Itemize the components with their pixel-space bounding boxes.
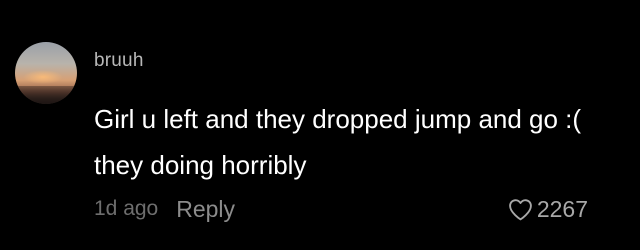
comment-text: Girl u left and they dropped jump and go…	[94, 104, 582, 180]
like-button[interactable]: 2267	[508, 195, 588, 223]
heart-outline-icon	[508, 198, 532, 220]
comment-meta: 1d ago Reply	[94, 195, 235, 223]
comment-username[interactable]: bruuh	[94, 50, 144, 72]
reply-button[interactable]: Reply	[176, 196, 235, 223]
avatar[interactable]	[15, 42, 77, 104]
comment-timestamp: 1d ago	[94, 197, 159, 220]
avatar-ground	[15, 86, 77, 104]
avatar-sunset-glow	[23, 70, 63, 84]
comment-item: bruuh Girl u left and they dropped jump …	[0, 0, 640, 250]
like-count: 2267	[536, 195, 588, 222]
